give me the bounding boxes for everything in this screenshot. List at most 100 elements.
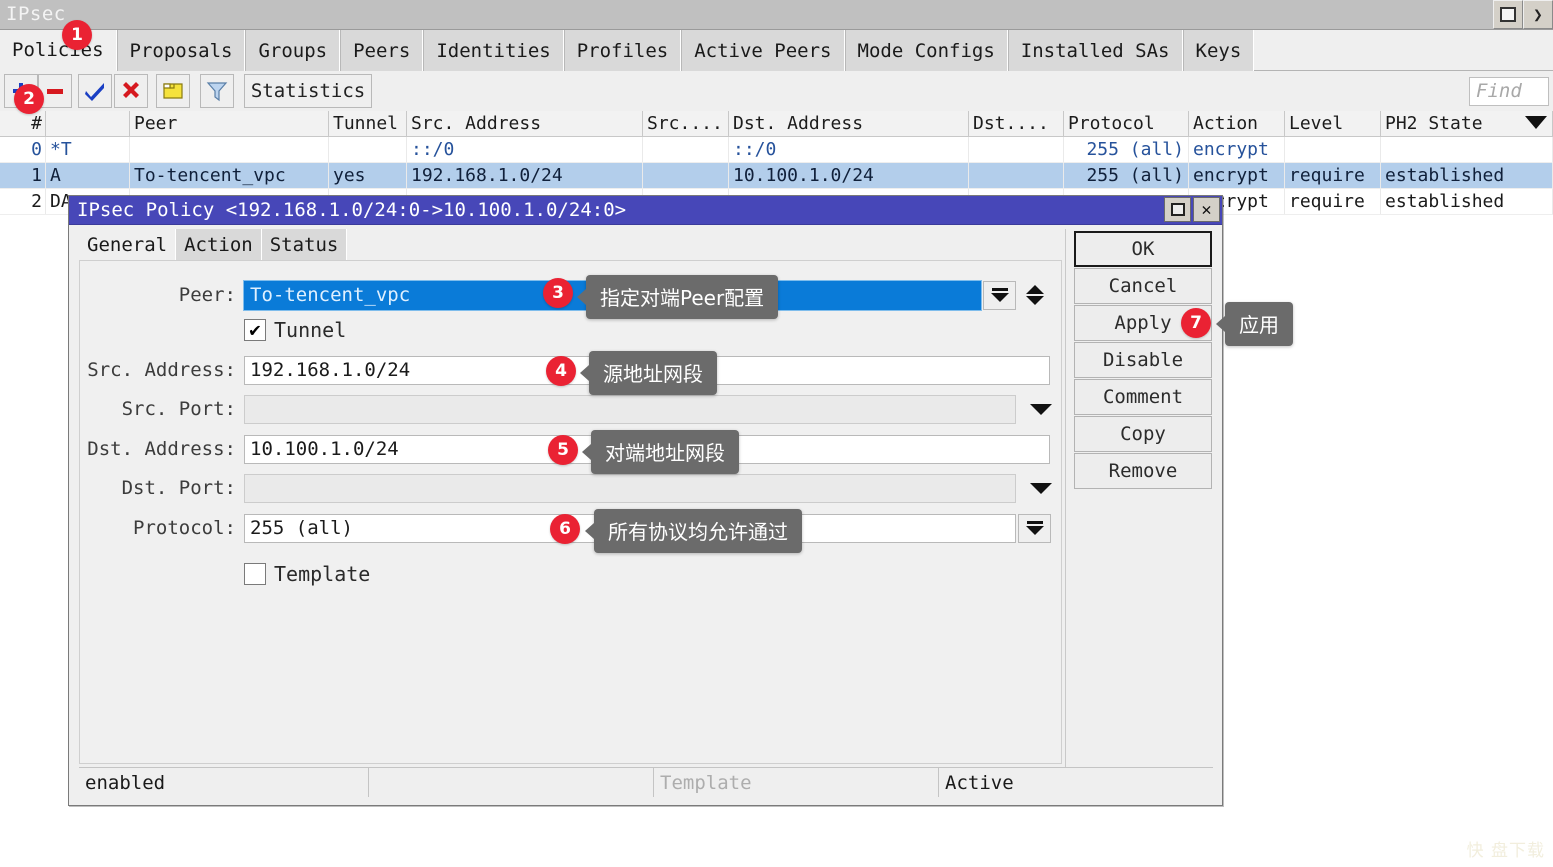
sort-indicator-icon[interactable] [1525, 116, 1547, 129]
tunnel-checkbox[interactable]: ✔ [244, 319, 266, 341]
tab-peers[interactable]: Peers [340, 30, 424, 71]
tab-groups[interactable]: Groups [245, 30, 341, 71]
protocol-label: Protocol: [133, 517, 236, 539]
cell-ph2-state [1381, 137, 1553, 162]
src-port-dropdown-icon[interactable] [1026, 398, 1056, 420]
table-row[interactable]: 0 *T ::/0 ::/0 255 (all) encrypt [0, 137, 1553, 163]
src-port-input[interactable] [244, 394, 1016, 424]
src-port-label: Src. Port: [121, 398, 236, 420]
annotation-badge-2: 2 [14, 84, 44, 114]
cell-dst-port [969, 163, 1064, 188]
dialog-tab-action[interactable]: Action [176, 229, 262, 260]
copy-button[interactable]: Copy [1074, 416, 1212, 452]
find-input[interactable]: Find [1469, 77, 1549, 106]
col-src-port[interactable]: Src.... [643, 111, 729, 136]
annotation-tip-dst-address: 对端地址网段 [582, 430, 739, 474]
tab-identities[interactable]: Identities [423, 30, 564, 71]
cell-index: 1 [0, 163, 46, 188]
template-checkbox-row[interactable]: Template [244, 562, 370, 586]
annotation-badge-1: 1 [62, 20, 92, 50]
dialog-form: Peer: To-tencent_vpc ✔ Tunnel Src. Addre… [79, 260, 1062, 764]
col-level[interactable]: Level [1285, 111, 1381, 136]
tab-list: Policies Proposals Groups Peers Identiti… [0, 30, 1553, 71]
ok-button[interactable]: OK [1074, 231, 1212, 267]
check-icon[interactable] [78, 74, 112, 108]
close-icon[interactable]: ✕ [1193, 197, 1220, 222]
col-tunnel[interactable]: Tunnel [329, 111, 407, 136]
toolbar: Statistics Find [0, 71, 1553, 111]
statistics-button[interactable]: Statistics [244, 74, 372, 108]
cell-dst-address: 10.100.1.0/24 [729, 163, 969, 188]
cell-tunnel: yes [329, 163, 407, 188]
peer-spinner-icon[interactable] [1022, 281, 1048, 310]
maximize-icon[interactable] [1493, 0, 1523, 29]
tab-mode-configs[interactable]: Mode Configs [844, 30, 1008, 71]
dst-port-dropdown-icon[interactable] [1026, 477, 1056, 499]
cell-src-port [643, 163, 729, 188]
table-row[interactable]: 1 A To-tencent_vpc yes 192.168.1.0/24 10… [0, 163, 1553, 189]
funnel-icon[interactable] [200, 74, 234, 108]
window-titlebar: IPsec ❯ [0, 0, 1553, 30]
template-checkbox[interactable] [244, 563, 266, 585]
cell-peer: To-tencent_vpc [130, 163, 329, 188]
col-protocol[interactable]: Protocol [1064, 111, 1189, 136]
dst-port-input[interactable] [244, 473, 1016, 503]
field-row-dst-port: Dst. Port: [80, 473, 1063, 503]
tab-installed-sas[interactable]: Installed SAs [1007, 30, 1183, 71]
chevron-right-icon[interactable]: ❯ [1523, 0, 1553, 29]
col-src-address[interactable]: Src. Address [407, 111, 643, 136]
cell-peer [130, 137, 329, 162]
dialog-tab-status[interactable]: Status [261, 229, 348, 260]
annotation-tip-peer: 指定对端Peer配置 [576, 275, 779, 319]
comment-button[interactable]: Comment [1074, 379, 1212, 415]
status-active: Active [945, 771, 1014, 794]
peer-dropdown-icon[interactable] [983, 280, 1016, 310]
cell-flags: A [46, 163, 130, 188]
note-icon[interactable] [156, 74, 190, 108]
dialog-tab-list: General Action Status [79, 229, 348, 260]
tab-profiles[interactable]: Profiles [563, 30, 682, 71]
cell-action: encrypt [1189, 137, 1285, 162]
tab-active-peers[interactable]: Active Peers [681, 30, 845, 71]
annotation-badge-4: 4 [546, 356, 576, 386]
dst-port-label: Dst. Port: [121, 477, 236, 499]
tabstrip: Policies Proposals Groups Peers Identiti… [0, 30, 1553, 71]
protocol-dropdown-icon[interactable] [1018, 513, 1051, 543]
col-flags[interactable] [46, 111, 130, 136]
tunnel-label: Tunnel [274, 318, 347, 342]
annotation-tip-apply: 应用 [1216, 302, 1293, 346]
disable-button[interactable]: Disable [1074, 342, 1212, 378]
cell-index: 2 [0, 189, 46, 214]
window-title: IPsec [6, 3, 66, 25]
col-dst-port[interactable]: Dst.... [969, 111, 1064, 136]
col-action[interactable]: Action [1189, 111, 1285, 136]
cell-src-address: 192.168.1.0/24 [407, 163, 643, 188]
tab-policies[interactable]: Policies [0, 30, 117, 71]
tunnel-checkbox-row[interactable]: ✔ Tunnel [244, 318, 346, 342]
col-dst-address[interactable]: Dst. Address [729, 111, 969, 136]
cell-ph2-state: established [1381, 189, 1553, 214]
cell-ph2-state: established [1381, 163, 1553, 188]
remove-button[interactable]: Remove [1074, 453, 1212, 489]
tab-proposals[interactable]: Proposals [116, 30, 246, 71]
dialog-statusbar: enabled Template Active [79, 767, 1213, 797]
restore-icon[interactable] [1164, 197, 1191, 222]
annotation-badge-7: 7 [1181, 308, 1211, 338]
col-peer[interactable]: Peer [130, 111, 329, 136]
tab-keys[interactable]: Keys [1182, 30, 1255, 71]
cell-dst-port [969, 137, 1064, 162]
cross-icon[interactable] [114, 74, 148, 108]
cell-src-port [643, 137, 729, 162]
col-index[interactable]: # [0, 111, 46, 136]
annotation-tip-src-address: 源地址网段 [580, 351, 717, 395]
dialog-titlebar[interactable]: IPsec Policy <192.168.1.0/24:0->10.100.1… [69, 196, 1222, 225]
table-header: # Peer Tunnel Src. Address Src.... Dst. … [0, 111, 1553, 137]
cell-src-address: ::/0 [407, 137, 643, 162]
status-template: Template [654, 768, 939, 797]
status-empty [369, 768, 654, 797]
cell-protocol: 255 (all) [1064, 163, 1189, 188]
cell-tunnel [329, 137, 407, 162]
dialog-tab-general[interactable]: General [79, 229, 177, 260]
cancel-button[interactable]: Cancel [1074, 268, 1212, 304]
dialog-window-buttons: ✕ [1164, 197, 1220, 222]
